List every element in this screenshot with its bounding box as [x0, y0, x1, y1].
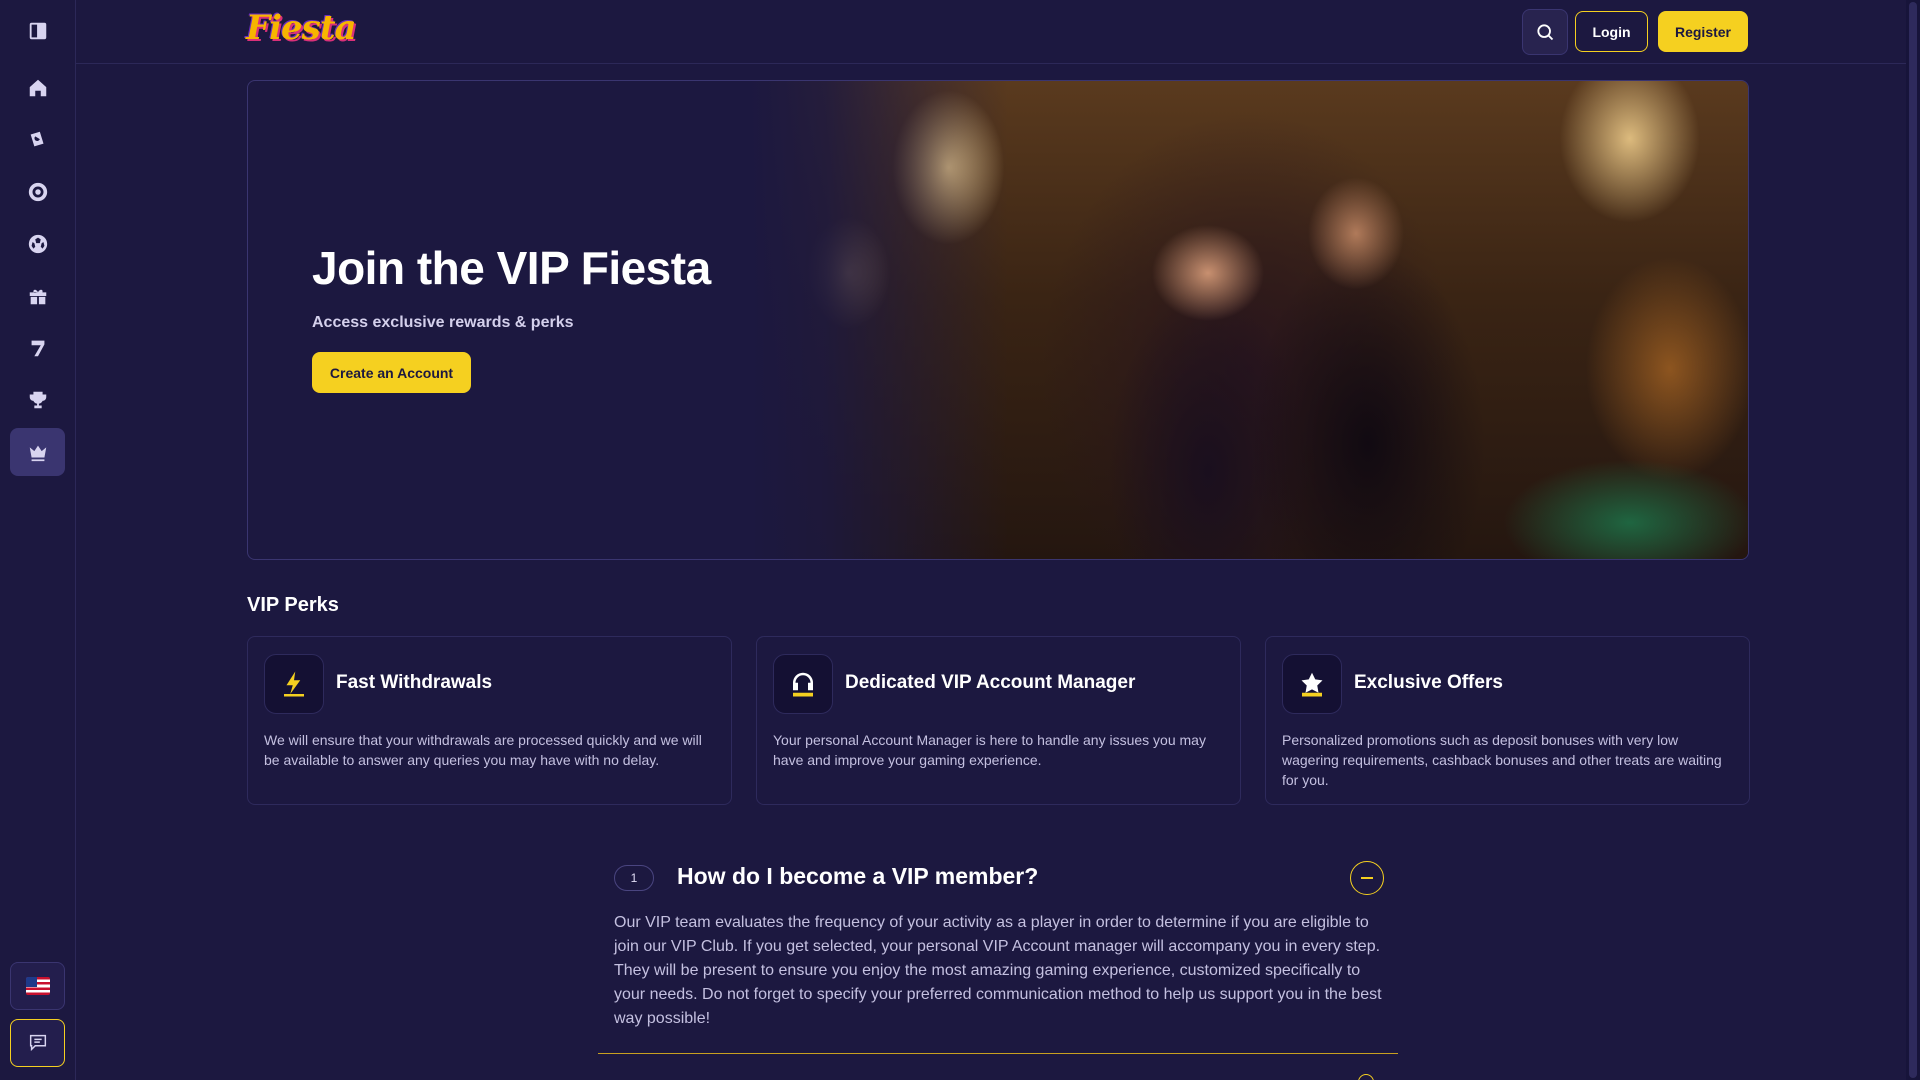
sidebar — [0, 0, 76, 1080]
sidebar-item-vip[interactable] — [10, 428, 65, 476]
hero-figure-man — [1248, 141, 1488, 559]
faq-next-toggle[interactable] — [1358, 1074, 1374, 1080]
perk-card-fast-withdrawals: Fast Withdrawals We will ensure that you… — [247, 636, 732, 805]
sidebar-item-slots[interactable] — [10, 324, 65, 372]
faq-divider — [598, 1053, 1398, 1054]
scrollbar-thumb[interactable] — [1909, 2, 1917, 1078]
chat-button[interactable] — [10, 1019, 65, 1067]
sidebar-item-home[interactable] — [10, 64, 65, 112]
register-button[interactable]: Register — [1658, 11, 1748, 52]
sidebar-item-promotions[interactable] — [10, 272, 65, 320]
perk-icon-container — [773, 654, 833, 714]
sidebar-item-sports[interactable] — [10, 220, 65, 268]
perk-card-account-manager: Dedicated VIP Account Manager Your perso… — [756, 636, 1241, 805]
casino-chip-icon — [30, 131, 43, 147]
lucky-seven-icon — [31, 340, 44, 357]
sidebar-item-casino[interactable] — [10, 116, 65, 164]
fiesta-logo[interactable]: Fiesta — [246, 8, 357, 48]
faq-answer: Our VIP team evaluates the frequency of … — [614, 914, 1382, 1027]
us-flag-icon — [25, 977, 50, 995]
soccer-ball-icon — [28, 234, 47, 254]
panel-toggle-icon — [29, 22, 46, 40]
minus-icon — [1361, 877, 1373, 879]
hero-image-fade — [748, 81, 1008, 559]
vip-hero-banner: Join the VIP Fiesta Access exclusive rew… — [247, 80, 1749, 560]
sidebar-item-tournaments[interactable] — [10, 376, 65, 424]
faq-collapse-toggle[interactable] — [1350, 861, 1384, 895]
gift-icon — [29, 289, 46, 305]
chat-icon — [29, 1034, 46, 1052]
perk-description: Your personal Account Manager is here to… — [773, 732, 1206, 768]
hero-subtitle: Access exclusive rewards & perks — [312, 314, 574, 331]
crown-icon — [29, 445, 46, 462]
lightning-icon — [284, 671, 304, 697]
page-scrollbar[interactable] — [1906, 0, 1920, 1080]
roulette-icon — [28, 182, 47, 202]
perk-icon-container — [264, 654, 324, 714]
hero-title: Join the VIP Fiesta — [312, 242, 711, 294]
vip-perks-heading: VIP Perks — [247, 594, 339, 616]
perk-title: Dedicated VIP Account Manager — [845, 672, 1136, 693]
sidebar-toggle-button[interactable] — [10, 7, 65, 55]
search-icon — [1537, 24, 1554, 41]
language-selector[interactable] — [10, 962, 65, 1010]
faq-question[interactable]: How do I become a VIP member? — [677, 863, 1038, 890]
top-header: Fiesta Login Register — [76, 0, 1920, 64]
headset-icon — [793, 672, 813, 697]
perk-description: Personalized promotions such as deposit … — [1282, 732, 1722, 788]
login-button[interactable]: Login — [1575, 11, 1648, 52]
star-icon — [1301, 672, 1323, 697]
trophy-icon — [29, 391, 46, 409]
sidebar-item-live-casino[interactable] — [10, 168, 65, 216]
create-account-button[interactable]: Create an Account — [312, 352, 471, 393]
search-button[interactable] — [1522, 9, 1568, 55]
home-icon — [29, 79, 46, 97]
perk-description: We will ensure that your withdrawals are… — [264, 732, 702, 768]
faq-number-badge: 1 — [614, 865, 654, 891]
perk-card-exclusive-offers: Exclusive Offers Personalized promotions… — [1265, 636, 1750, 805]
perk-icon-container — [1282, 654, 1342, 714]
perk-title: Exclusive Offers — [1354, 672, 1503, 693]
perk-title: Fast Withdrawals — [336, 672, 493, 693]
